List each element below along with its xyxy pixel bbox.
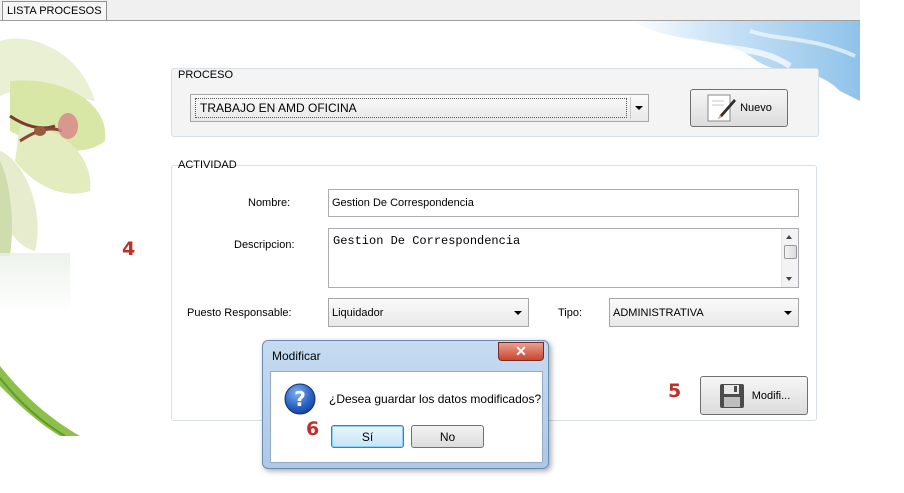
svg-text:?: ? xyxy=(294,387,306,411)
descripcion-scrollbar[interactable] xyxy=(781,229,798,287)
scroll-thumb[interactable] xyxy=(784,245,797,259)
tipo-select[interactable]: ADMINISTRATIVA xyxy=(609,298,799,327)
nuevo-button-label: Nuevo xyxy=(740,102,772,114)
annotation-6: 6 xyxy=(306,418,320,440)
dialog-message: ¿Desea guardar los datos modificados? xyxy=(329,392,542,406)
window: LISTA PROCESOS PROCESO TRABAJO EN AMD OF… xyxy=(0,0,904,493)
descripcion-text: Gestion De Correspondencia xyxy=(333,234,521,248)
scroll-down-icon[interactable] xyxy=(786,277,792,281)
nuevo-button[interactable]: Nuevo xyxy=(690,89,788,127)
nombre-label: Nombre: xyxy=(248,197,291,209)
question-icon: ? xyxy=(284,383,316,415)
modificar-button[interactable]: Modifi... xyxy=(700,376,808,415)
dialog-title: Modificar xyxy=(272,349,321,363)
annotation-5: 5 xyxy=(668,380,682,402)
chevron-down-icon[interactable] xyxy=(510,301,526,324)
proceso-select-value: TRABAJO EN AMD OFICINA xyxy=(195,98,627,118)
descripcion-label: Descripcion: xyxy=(234,239,295,251)
puesto-responsable-select[interactable]: Liquidador xyxy=(328,298,529,327)
proceso-select[interactable]: TRABAJO EN AMD OFICINA xyxy=(190,94,649,122)
save-floppy-icon xyxy=(719,383,744,408)
tab-strip: LISTA PROCESOS xyxy=(0,0,860,21)
proceso-group-label: PROCESO xyxy=(178,69,234,81)
modificar-dialog: Modificar ✕ ? ¿Desea guardar los datos m… xyxy=(262,340,549,469)
tipo-value: ADMINISTRATIVA xyxy=(613,306,704,319)
actividad-group-label: ACTIVIDAD xyxy=(178,159,237,171)
tipo-label: Tipo: xyxy=(558,307,583,319)
yes-button[interactable]: Sí xyxy=(331,425,404,448)
puesto-responsable-label: Puesto Responsable: xyxy=(187,307,292,319)
new-document-pencil-icon xyxy=(707,94,737,122)
modificar-button-label: Modifi... xyxy=(751,389,791,402)
puesto-responsable-value: Liquidador xyxy=(332,306,384,319)
descripcion-textarea[interactable]: Gestion De Correspondencia xyxy=(328,228,799,288)
nombre-input-value: Gestion De Correspondencia xyxy=(332,197,474,209)
annotation-4: 4 xyxy=(122,238,136,260)
chevron-down-icon[interactable] xyxy=(630,97,646,119)
tab-lista-procesos[interactable]: LISTA PROCESOS xyxy=(2,1,107,20)
close-icon[interactable]: ✕ xyxy=(498,342,544,361)
no-button[interactable]: No xyxy=(411,425,484,448)
nombre-input[interactable]: Gestion De Correspondencia xyxy=(328,189,799,217)
leaf-stem-image xyxy=(0,366,80,436)
lily-flower-image xyxy=(0,38,106,256)
background-haze xyxy=(0,253,70,313)
chevron-down-icon[interactable] xyxy=(780,301,796,324)
scroll-up-icon[interactable] xyxy=(786,235,792,239)
dialog-body: ? ¿Desea guardar los datos modificados? … xyxy=(270,371,543,463)
